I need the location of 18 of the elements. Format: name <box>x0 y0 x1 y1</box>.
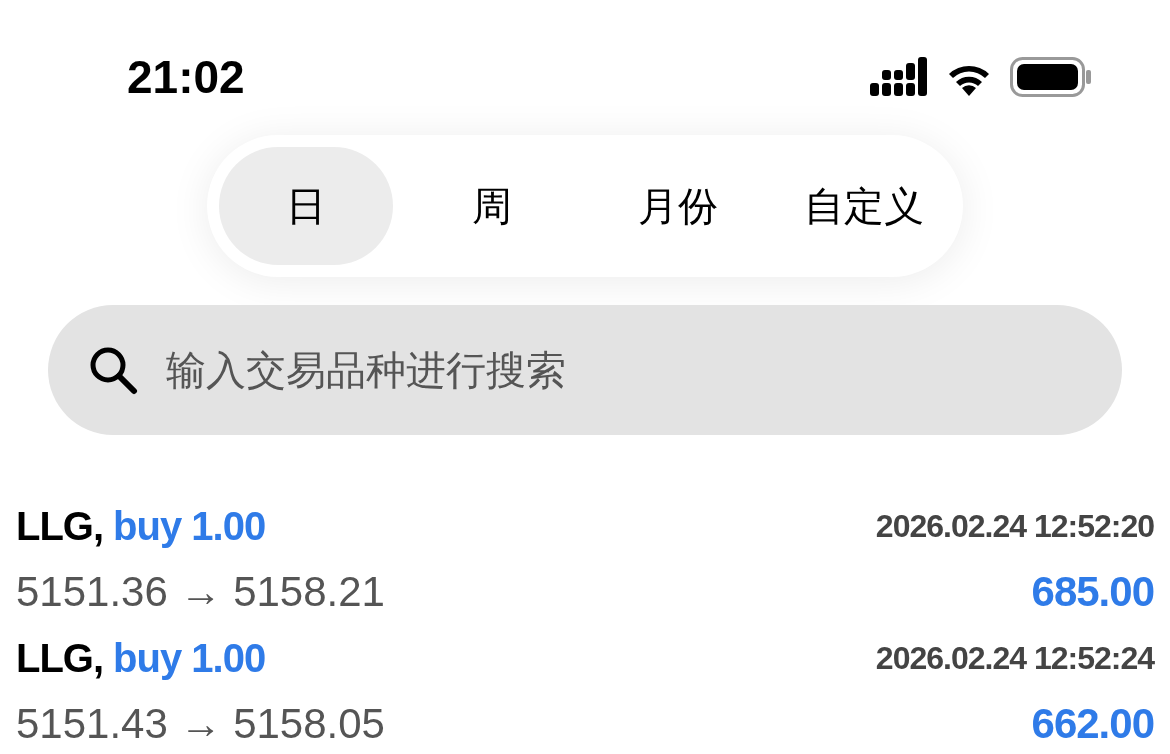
trade-prices: 5151.36 → 5158.21 <box>16 568 385 616</box>
trade-profit: 662.00 <box>1031 700 1154 748</box>
trade-side: buy 1.00 <box>113 635 266 681</box>
trade-symbol: LLG, <box>16 635 104 681</box>
period-tab[interactable]: 月份 <box>591 147 765 265</box>
trade-time: 2026.02.24 12:52:20 <box>875 507 1154 545</box>
period-tab[interactable]: 日 <box>219 147 393 265</box>
trade-time: 2026.02.24 12:52:24 <box>875 639 1154 677</box>
battery-icon <box>1010 57 1092 97</box>
status-time: 21:02 <box>127 50 245 104</box>
search-field[interactable]: 输入交易品种进行搜索 <box>48 305 1122 435</box>
trade-prices: 5151.43 → 5158.05 <box>16 700 385 748</box>
period-tab[interactable]: 自定义 <box>777 147 951 265</box>
signal-icon <box>870 57 928 97</box>
trade-profit: 685.00 <box>1031 568 1154 616</box>
trade-side: buy 1.00 <box>113 503 266 549</box>
trade-symbol: LLG, <box>16 503 104 549</box>
period-tab[interactable]: 周 <box>405 147 579 265</box>
